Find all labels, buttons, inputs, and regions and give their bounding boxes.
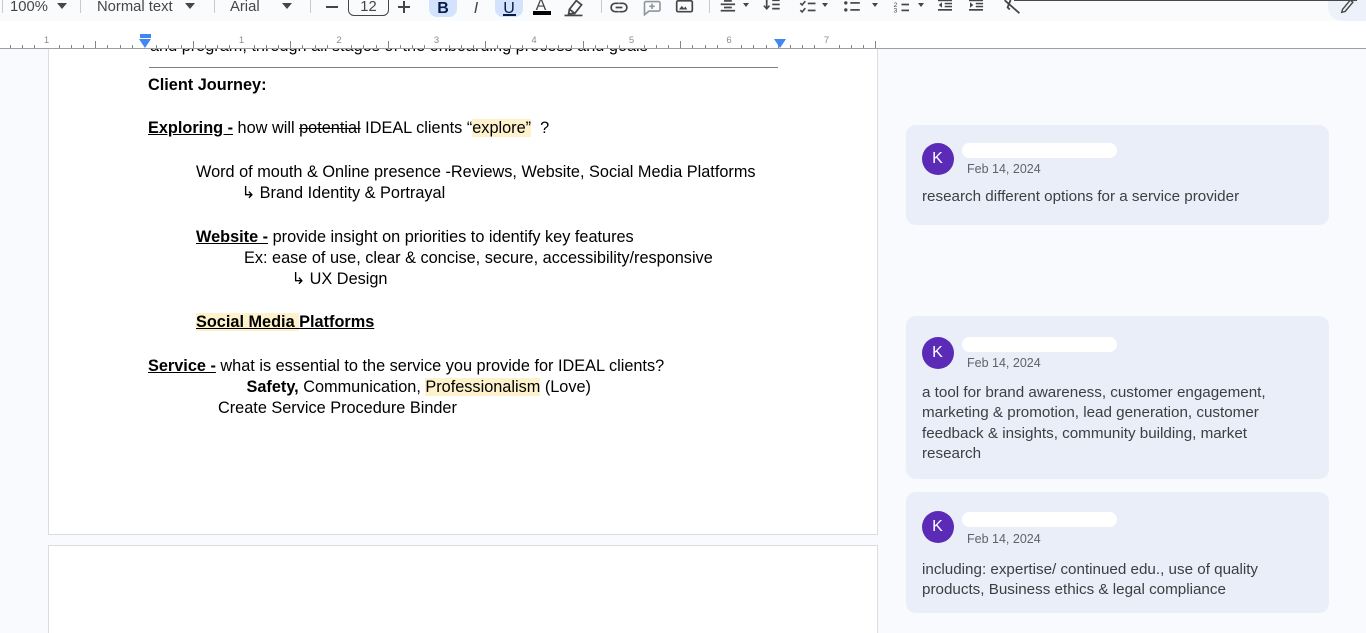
- svg-text:3: 3: [894, 8, 898, 15]
